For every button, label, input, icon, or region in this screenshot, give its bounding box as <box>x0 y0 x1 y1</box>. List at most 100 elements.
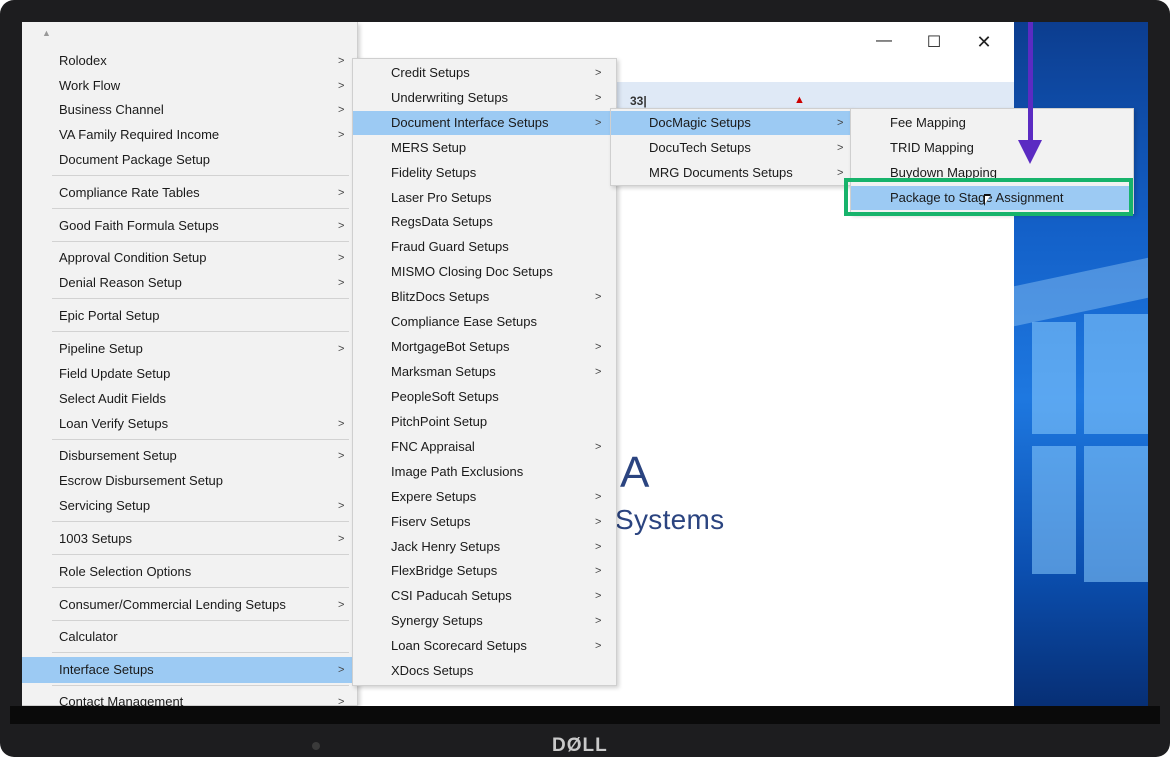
menu-item-contact-management[interactable]: Contact Management > <box>22 690 357 706</box>
menu-item-label: Jack Henry Setups <box>391 539 501 554</box>
menu-item-label: Escrow Disbursement Setup <box>59 473 224 488</box>
menu-item-label: Pipeline Setup <box>59 341 143 356</box>
menu-item-business-channel[interactable]: Business Channel > <box>22 98 357 122</box>
menu-item-flexbridge-setups[interactable]: FlexBridge Setups > <box>353 559 616 583</box>
menu-item-marksman-setups[interactable]: Marksman Setups > <box>353 360 616 384</box>
submenu-arrow-icon: > <box>595 516 602 528</box>
menu-separator <box>52 652 349 653</box>
submenu-arrow-icon: > <box>595 117 602 129</box>
menu-item-image-path-exclusions[interactable]: Image Path Exclusions <box>353 460 616 484</box>
menu-item-label: DocMagic Setups <box>649 115 751 130</box>
menu-separator <box>52 298 349 299</box>
menu-item-fiserv-setups[interactable]: Fiserv Setups > <box>353 510 616 534</box>
menu-item-mers-setup[interactable]: MERS Setup <box>353 136 616 160</box>
menu-item-document-interface-setups[interactable]: Document Interface Setups > <box>353 111 616 135</box>
menu-separator <box>52 208 349 209</box>
menu-item-label: Work Flow <box>59 78 121 93</box>
menu-item-work-flow[interactable]: Work Flow > <box>22 74 357 98</box>
menu-item-1003-setups[interactable]: 1003 Setups > <box>22 527 357 551</box>
maximize-button[interactable]: ☐ <box>924 32 944 52</box>
menu-item-mortgagebot-setups[interactable]: MortgageBot Setups > <box>353 335 616 359</box>
submenu-arrow-icon: > <box>595 366 602 378</box>
menu-item-label: 1003 Setups <box>59 531 133 546</box>
menu-item-credit-setups[interactable]: Credit Setups > <box>353 61 616 85</box>
menu-item-mrg-documents-setups[interactable]: MRG Documents Setups > <box>611 161 851 185</box>
menu-item-denial-reason-setup[interactable]: Denial Reason Setup > <box>22 271 357 295</box>
menu-item-expere-setups[interactable]: Expere Setups > <box>353 485 616 509</box>
submenu-arrow-icon: > <box>338 500 345 512</box>
menu-item-label: PeopleSoft Setups <box>391 389 499 404</box>
menu-item-label: Underwriting Setups <box>391 90 509 105</box>
menu-separator <box>52 685 349 686</box>
submenu-arrow-icon: > <box>338 252 345 264</box>
menu-item-mismo-closing-doc-setups[interactable]: MISMO Closing Doc Setups <box>353 260 616 284</box>
menu-item-loan-verify-setups[interactable]: Loan Verify Setups > <box>22 412 357 436</box>
menu-separator <box>52 241 349 242</box>
minimize-button[interactable]: — <box>874 32 894 50</box>
submenu-arrow-icon: > <box>595 541 602 553</box>
company-logo-text: Systems <box>615 504 725 535</box>
menu-item-servicing-setup[interactable]: Servicing Setup > <box>22 494 357 518</box>
menu-separator <box>52 554 349 555</box>
menu-item-good-faith-formula-setups[interactable]: Good Faith Formula Setups > <box>22 214 357 238</box>
menu-item-role-selection-options[interactable]: Role Selection Options <box>22 560 357 584</box>
menu-item-fraud-guard-setups[interactable]: Fraud Guard Setups <box>353 235 616 259</box>
menu-item-label: Good Faith Formula Setups <box>59 218 219 233</box>
submenu-arrow-icon: > <box>338 129 345 141</box>
submenu-arrow-icon: > <box>338 599 345 611</box>
menu-item-compliance-ease-setups[interactable]: Compliance Ease Setups <box>353 310 616 334</box>
submenu-arrow-icon: > <box>837 167 844 179</box>
alert-icon: ▲ <box>794 94 805 106</box>
menu-item-va-family-required-income[interactable]: VA Family Required Income > <box>22 123 357 147</box>
menu-item-peoplesoft-setups[interactable]: PeopleSoft Setups <box>353 385 616 409</box>
menu-item-escrow-disbursement-setup[interactable]: Escrow Disbursement Setup <box>22 469 357 493</box>
menu-item-docmagic-setups[interactable]: DocMagic Setups > <box>611 111 851 135</box>
close-button[interactable]: ✕ <box>974 32 994 53</box>
menu-item-label: Interface Setups <box>59 662 154 677</box>
submenu-arrow-icon: > <box>595 92 602 104</box>
submenu-arrow-icon: > <box>595 67 602 79</box>
menu-item-laser-pro-setups[interactable]: Laser Pro Setups <box>353 186 616 210</box>
menu-item-calculator[interactable]: Calculator <box>22 625 357 649</box>
menu-item-fee-mapping[interactable]: Fee Mapping <box>851 111 1133 135</box>
menu-item-label: Document Package Setup <box>59 152 211 167</box>
menu-item-label: TRID Mapping <box>890 140 974 155</box>
menu-item-rolodex[interactable]: Rolodex > <box>22 49 357 73</box>
menu-item-csi-paducah-setups[interactable]: CSI Paducah Setups > <box>353 584 616 608</box>
submenu-arrow-icon: > <box>338 220 345 232</box>
menu-item-underwriting-setups[interactable]: Underwriting Setups > <box>353 86 616 110</box>
menu-item-trid-mapping[interactable]: TRID Mapping <box>851 136 1133 160</box>
menu-item-xdocs-setups[interactable]: XDocs Setups <box>353 659 616 683</box>
windows-logo-pane <box>1084 446 1148 582</box>
menu-item-epic-portal-setup[interactable]: Epic Portal Setup <box>22 304 357 328</box>
menu-item-field-update-setup[interactable]: Field Update Setup <box>22 362 357 386</box>
menu-item-fidelity-setups[interactable]: Fidelity Setups <box>353 161 616 185</box>
submenu-arrow-icon: > <box>837 142 844 154</box>
submenu-arrow-icon: > <box>338 187 345 199</box>
menu-separator <box>52 620 349 621</box>
menu-item-docutech-setups[interactable]: DocuTech Setups > <box>611 136 851 160</box>
menu-item-document-package-setup[interactable]: Document Package Setup <box>22 148 357 172</box>
menu-item-select-audit-fields[interactable]: Select Audit Fields <box>22 387 357 411</box>
scroll-up-icon[interactable]: ▲ <box>42 28 51 38</box>
submenu-arrow-icon: > <box>837 117 844 129</box>
menu-item-loan-scorecard-setups[interactable]: Loan Scorecard Setups > <box>353 634 616 658</box>
menu-item-label: Document Interface Setups <box>391 115 549 130</box>
callout-arrow-head-icon <box>1018 140 1042 164</box>
menu-item-label: Epic Portal Setup <box>59 308 160 323</box>
document-interface-submenu: DocMagic Setups > DocuTech Setups > MRG Do… <box>610 108 852 186</box>
menu-item-jack-henry-setups[interactable]: Jack Henry Setups > <box>353 535 616 559</box>
menu-item-label: MERS Setup <box>391 140 467 155</box>
menu-item-pipeline-setup[interactable]: Pipeline Setup > <box>22 337 357 361</box>
menu-item-synergy-setups[interactable]: Synergy Setups > <box>353 609 616 633</box>
menu-item-fnc-appraisal[interactable]: FNC Appraisal > <box>353 435 616 459</box>
menu-item-blitzdocs-setups[interactable]: BlitzDocs Setups > <box>353 285 616 309</box>
menu-item-disbursement-setup[interactable]: Disbursement Setup > <box>22 444 357 468</box>
menu-item-pitchpoint-setup[interactable]: PitchPoint Setup <box>353 410 616 434</box>
menu-item-consumer-commercial-lending-setups[interactable]: Consumer/Commercial Lending Setups > <box>22 593 357 617</box>
menu-item-regsdata-setups[interactable]: RegsData Setups <box>353 210 616 234</box>
menu-item-interface-setups[interactable]: Interface Setups > <box>22 657 357 683</box>
menu-item-approval-condition-setup[interactable]: Approval Condition Setup > <box>22 246 357 270</box>
windows-logo-pane <box>1032 322 1076 434</box>
menu-item-compliance-rate-tables[interactable]: Compliance Rate Tables > <box>22 181 357 205</box>
